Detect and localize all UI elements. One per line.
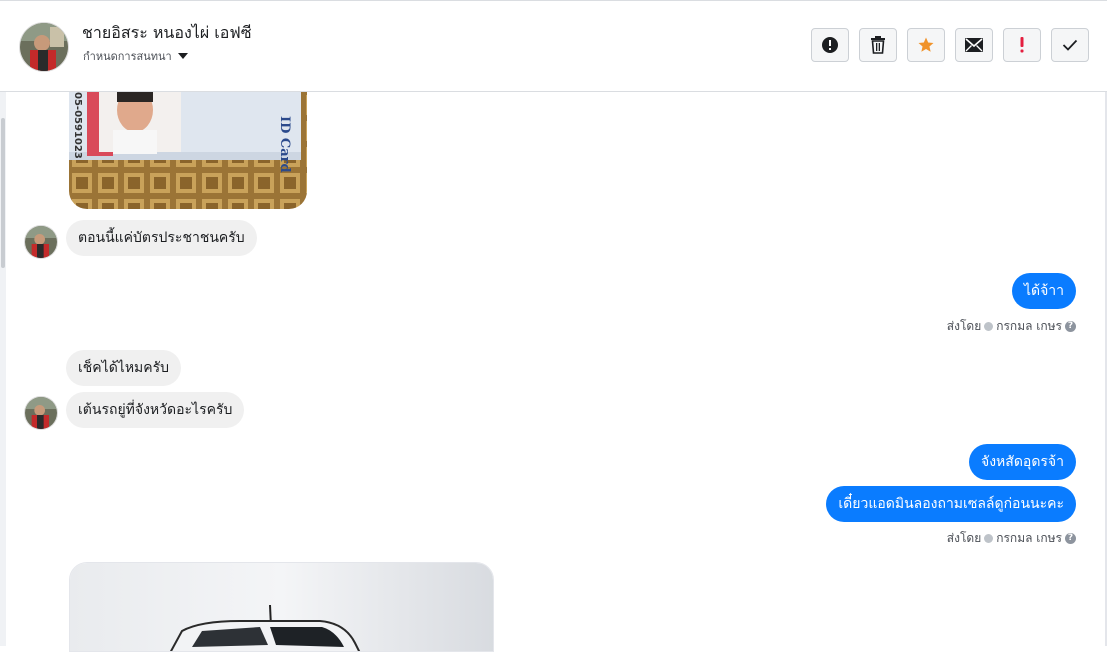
conversation-header: ชายอิสระ หนองไผ่ เอฟซี กำหนดการสนทนา bbox=[0, 1, 1107, 92]
alert-circle-icon bbox=[822, 37, 838, 53]
help-icon[interactable]: ? bbox=[1065, 321, 1076, 332]
agent-dot-icon bbox=[984, 322, 994, 331]
outgoing-message: เดี๋ยวแอดมินลองถามเซลล์ดูก่อนนะคะ bbox=[826, 486, 1076, 522]
car-photo[interactable] bbox=[69, 562, 494, 652]
left-scrollbar[interactable] bbox=[1, 118, 5, 268]
contact-avatar[interactable] bbox=[19, 22, 69, 72]
envelope-icon bbox=[965, 38, 983, 52]
id-card-number-text: 05-0591023 bbox=[72, 92, 83, 159]
id-card-photo[interactable]: ID Card 05-0591023 bbox=[69, 92, 307, 209]
id-card-label-text: ID Card bbox=[277, 116, 292, 173]
star-button[interactable] bbox=[907, 28, 945, 62]
conversation-schedule-dropdown[interactable]: กำหนดการสนทนา bbox=[83, 47, 188, 65]
agent-dot-icon bbox=[984, 534, 994, 543]
contact-name: ชายอิสระ หนองไผ่ เอฟซี bbox=[82, 23, 252, 42]
mark-unread-button[interactable] bbox=[955, 28, 993, 62]
outgoing-message: ได้จ้าา bbox=[1011, 273, 1076, 309]
trash-icon bbox=[871, 36, 885, 54]
contact-avatar-small[interactable] bbox=[24, 225, 58, 259]
star-icon bbox=[918, 37, 934, 52]
sent-by-prefix: ส่งโดย bbox=[946, 531, 982, 545]
incoming-message: ตอนนี้แค่บัตรประชาชนครับ bbox=[66, 220, 257, 256]
report-button[interactable] bbox=[811, 28, 849, 62]
sent-by-prefix: ส่งโดย bbox=[946, 319, 982, 333]
contact-avatar-small[interactable] bbox=[24, 396, 58, 430]
incoming-message: เช็คได้ไหมครับ bbox=[66, 350, 182, 386]
sent-by-info: ส่งโดย กรกมล เกษร ? bbox=[947, 317, 1076, 336]
caret-down-icon bbox=[177, 53, 188, 59]
incoming-message: เต้นรถยู่ที่จังหวัดอะไรครับ bbox=[66, 392, 245, 428]
help-icon[interactable]: ? bbox=[1065, 533, 1076, 544]
sent-by-agent: กรกมล เกษร bbox=[996, 531, 1062, 545]
outgoing-message: จังหสัดอุดรจ้า bbox=[969, 444, 1076, 480]
sent-by-agent: กรกมล เกษร bbox=[996, 319, 1062, 333]
delete-button[interactable] bbox=[859, 28, 897, 62]
important-button[interactable] bbox=[1003, 28, 1041, 62]
check-icon bbox=[1062, 39, 1078, 51]
exclamation-icon bbox=[1020, 37, 1024, 53]
mark-done-button[interactable] bbox=[1051, 28, 1089, 62]
schedule-label: กำหนดการสนทนา bbox=[83, 50, 172, 63]
sent-by-info: ส่งโดย กรกมล เกษร ? bbox=[947, 529, 1076, 548]
